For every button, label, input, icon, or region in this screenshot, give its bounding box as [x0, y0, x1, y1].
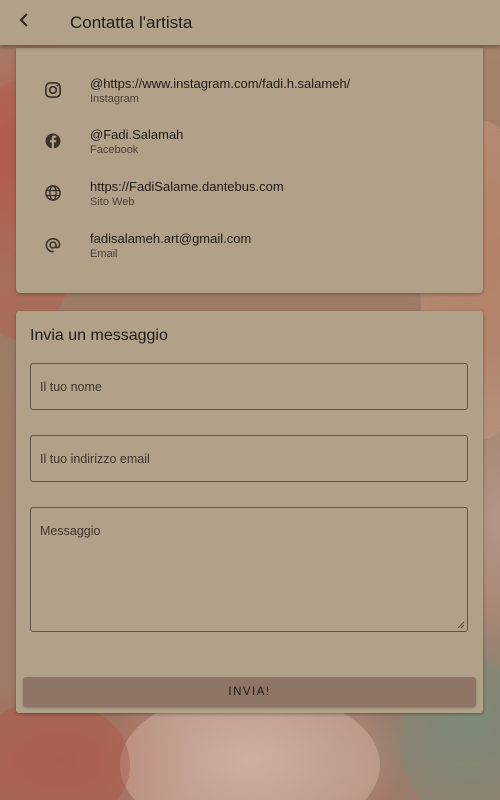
contact-row-facebook[interactable]: @Fadi.Salamah Facebook	[16, 119, 483, 163]
name-input[interactable]	[31, 364, 467, 409]
resize-grip-icon[interactable]	[457, 621, 465, 629]
contact-label: Facebook	[90, 143, 139, 156]
instagram-icon	[16, 80, 90, 100]
contact-row-website[interactable]: https://FadiSalame.dantebus.com Sito Web	[16, 171, 483, 215]
contact-row-email[interactable]: fadisalameh.art@gmail.com Email	[16, 223, 483, 267]
contact-row-instagram[interactable]: @https://www.instagram.com/fadi.h.salame…	[16, 68, 483, 112]
message-field	[30, 507, 468, 632]
contact-label: Email	[90, 247, 118, 260]
contact-value: https://FadiSalame.dantebus.com	[90, 178, 284, 194]
back-button[interactable]	[0, 0, 48, 45]
contact-value: fadisalameh.art@gmail.com	[90, 230, 252, 246]
contact-value: @https://www.instagram.com/fadi.h.salame…	[90, 75, 351, 91]
name-field	[30, 363, 468, 410]
at-sign-icon	[16, 235, 90, 255]
form-title: Invia un messaggio	[30, 327, 168, 344]
contact-label: Instagram	[90, 92, 139, 105]
facebook-icon	[16, 131, 90, 151]
contact-label: Sito Web	[90, 195, 135, 208]
submit-button[interactable]: INVIA!	[23, 677, 476, 707]
page-title: Contatta l'artista	[70, 12, 193, 32]
email-input[interactable]	[31, 436, 467, 481]
contact-value: @Fadi.Salamah	[90, 126, 184, 142]
message-form-card: Invia un messaggio INVIA!	[16, 311, 483, 713]
arrow-back-icon	[16, 12, 32, 33]
app-bar: Contatta l'artista	[0, 0, 500, 45]
message-textarea[interactable]	[31, 508, 467, 631]
globe-icon	[16, 183, 90, 203]
contacts-card: @https://www.instagram.com/fadi.h.salame…	[16, 48, 483, 293]
email-field	[30, 435, 468, 482]
